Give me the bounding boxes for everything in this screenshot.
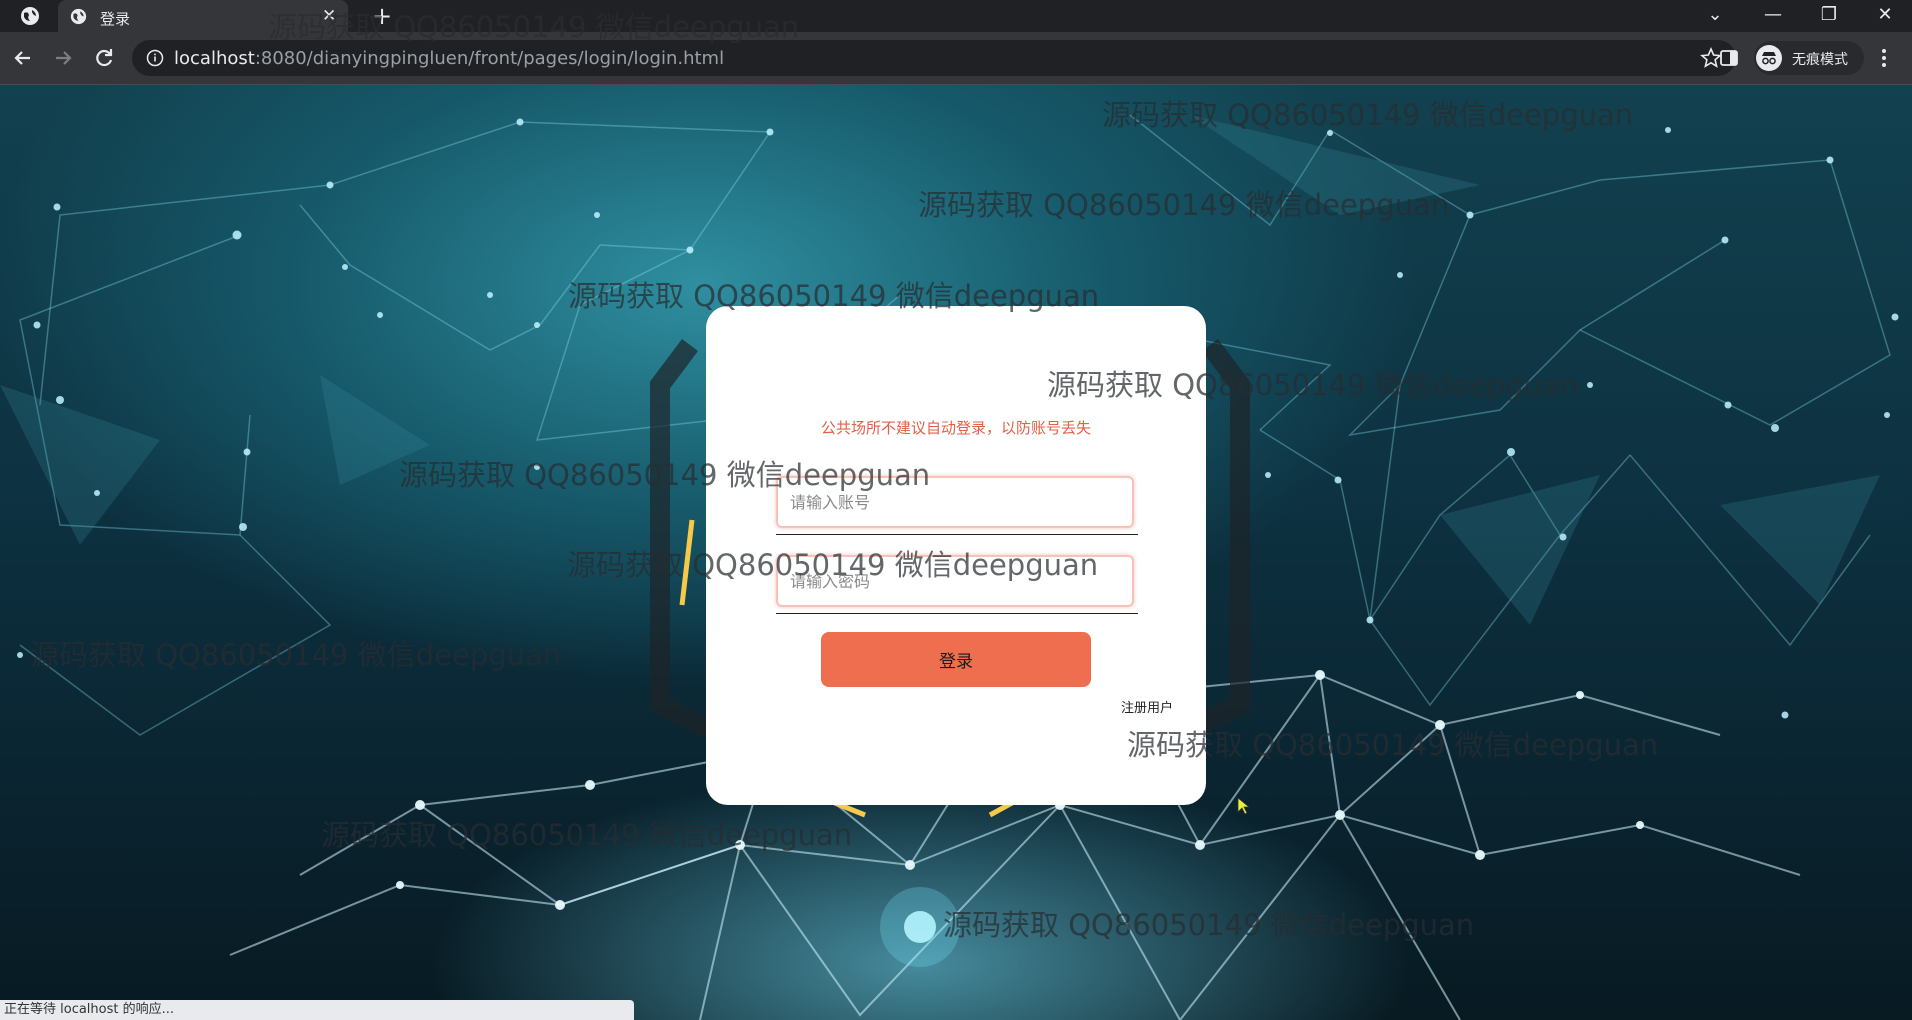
register-link[interactable]: 注册用户	[1121, 697, 1173, 716]
forward-arrow-icon[interactable]	[50, 45, 76, 71]
new-tab-button[interactable]: +	[372, 4, 392, 28]
incognito-indicator[interactable]: 无痕模式	[1754, 41, 1864, 75]
login-card: 公共场所不建议自动登录，以防账号丢失 登录 注册用户	[706, 306, 1206, 805]
minimize-button[interactable]: —	[1748, 3, 1798, 27]
incognito-icon	[1756, 45, 1782, 71]
restore-button[interactable]: ❐	[1804, 3, 1854, 27]
back-arrow-icon[interactable]	[10, 45, 36, 71]
reload-icon[interactable]	[91, 45, 117, 71]
url-host: localhost	[174, 48, 255, 69]
url-path: :8080/dianyingpingluen/front/pages/login…	[254, 48, 725, 69]
globe-icon	[70, 8, 87, 25]
page-background: 公共场所不建议自动登录，以防账号丢失 登录 注册用户	[0, 85, 1912, 1020]
address-bar[interactable]: localhost:8080/dianyingpingluen/front/pa…	[132, 40, 1736, 76]
tab-strip: 登录 ✕ + ⌄ — ❐ ✕	[0, 0, 1912, 32]
password-divider	[776, 613, 1138, 614]
tab-search-icon[interactable]: ⌄	[1690, 3, 1740, 27]
password-input[interactable]	[776, 555, 1134, 607]
username-divider	[776, 534, 1138, 535]
active-tab[interactable]: 登录 ✕	[58, 0, 348, 32]
mouse-cursor-icon	[1237, 797, 1251, 815]
username-input[interactable]	[776, 476, 1134, 528]
browser-toolbar: localhost:8080/dianyingpingluen/front/pa…	[0, 32, 1912, 85]
login-notice: 公共场所不建议自动登录，以防账号丢失	[820, 419, 1091, 437]
login-button[interactable]: 登录	[821, 632, 1091, 687]
globe-icon[interactable]	[20, 6, 40, 26]
close-window-button[interactable]: ✕	[1860, 3, 1910, 27]
info-icon[interactable]	[146, 49, 164, 67]
url-text[interactable]: localhost:8080/dianyingpingluen/front/pa…	[174, 48, 724, 69]
incognito-label: 无痕模式	[1792, 52, 1848, 68]
tab-title: 登录	[100, 10, 131, 28]
more-menu-icon[interactable]	[1878, 46, 1890, 70]
tab-close-icon[interactable]: ✕	[322, 6, 336, 26]
status-bar: 正在等待 localhost 的响应...	[0, 1000, 634, 1020]
side-panel-icon[interactable]	[1718, 47, 1740, 69]
